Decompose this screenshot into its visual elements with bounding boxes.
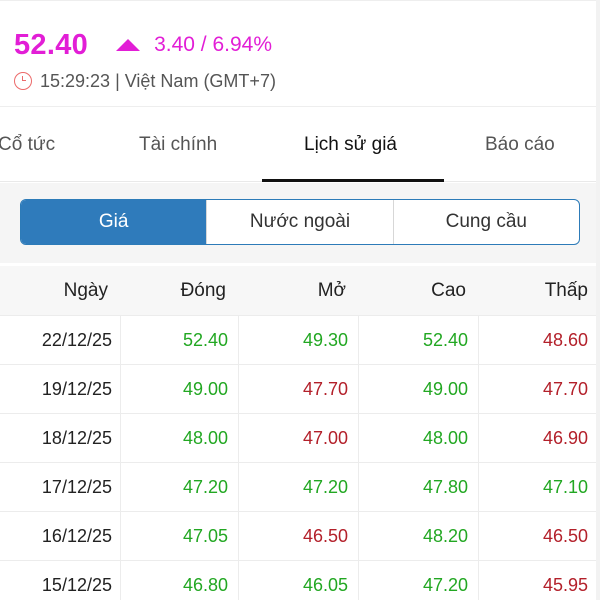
cell-close: 47.20	[120, 463, 238, 512]
triangle-up-icon	[116, 39, 141, 51]
cell-close: 47.05	[120, 512, 238, 561]
cell-high: 52.40	[358, 316, 478, 365]
column-header-high: Cao	[431, 280, 466, 301]
column-header-close: Đóng	[180, 280, 226, 301]
cell-date: 18/12/25	[41, 428, 112, 448]
cell-high: 49.00	[358, 365, 478, 414]
cell-open: 49.30	[238, 316, 358, 365]
cell-low: 48.60	[478, 316, 600, 365]
cell-open: 47.20	[238, 463, 358, 512]
table-header: Ngày Đóng Mở Cao Thấp	[0, 266, 600, 316]
price-change: 3.40 / 6.94%	[154, 33, 272, 56]
cell-high: 47.20	[358, 561, 478, 600]
active-tab-indicator	[262, 179, 444, 182]
table-row[interactable]: 15/12/25 46.80 46.05 47.20 45.95	[0, 561, 600, 600]
cell-low: 46.50	[478, 512, 600, 561]
tab-dividends[interactable]: Cổ tức	[0, 107, 55, 183]
scroll-edge	[596, 0, 600, 600]
cell-open: 46.50	[238, 512, 358, 561]
cell-low: 47.70	[478, 365, 600, 414]
cell-open: 46.05	[238, 561, 358, 600]
tab-financials[interactable]: Tài chính	[139, 107, 217, 183]
stock-header: 52.40 3.40 / 6.94% 15:29:23 | Việt Nam (…	[0, 0, 600, 106]
segment-supply-demand[interactable]: Cung cầu	[392, 200, 579, 244]
update-time: 15:29:23 | Việt Nam (GMT+7)	[40, 70, 276, 91]
cell-date: 16/12/25	[41, 526, 112, 546]
table-row[interactable]: 16/12/25 47.05 46.50 48.20 46.50	[0, 512, 600, 561]
cell-low: 47.10	[478, 463, 600, 512]
clock-icon	[14, 72, 32, 90]
cell-low: 45.95	[478, 561, 600, 600]
cell-date: 22/12/25	[41, 330, 112, 350]
price-row: 52.40 3.40 / 6.94%	[14, 27, 272, 63]
column-header-date: Ngày	[63, 280, 108, 301]
table-row[interactable]: 19/12/25 49.00 47.70 49.00 47.70	[0, 365, 600, 414]
cell-close: 46.80	[120, 561, 238, 600]
cell-close: 48.00	[120, 414, 238, 463]
cell-open: 47.00	[238, 414, 358, 463]
current-price: 52.40	[14, 28, 89, 61]
table-row[interactable]: 17/12/25 47.20 47.20 47.80 47.10	[0, 463, 600, 512]
tab-price-history[interactable]: Lịch sử giá	[304, 107, 397, 183]
cell-close: 52.40	[120, 316, 238, 365]
segmented-control: Giá Nước ngoài Cung cầu	[20, 199, 580, 245]
cell-high: 48.20	[358, 512, 478, 561]
price-history-screen: 52.40 3.40 / 6.94% 15:29:23 | Việt Nam (…	[0, 0, 600, 600]
column-header-open: Mở	[317, 280, 346, 301]
cell-close: 49.00	[120, 365, 238, 414]
time-row: 15:29:23 | Việt Nam (GMT+7)	[14, 69, 276, 93]
table-row[interactable]: 18/12/25 48.00 47.00 48.00 46.90	[0, 414, 600, 463]
cell-open: 47.70	[238, 365, 358, 414]
cell-high: 47.80	[358, 463, 478, 512]
tab-bar: Cổ tức Tài chính Lịch sử giá Báo cáo	[0, 106, 600, 182]
segment-foreign[interactable]: Nước ngoài	[206, 200, 392, 244]
cell-date: 19/12/25	[41, 379, 112, 399]
cell-high: 48.00	[358, 414, 478, 463]
tab-reports[interactable]: Báo cáo	[485, 107, 555, 183]
cell-date: 17/12/25	[41, 477, 112, 497]
cell-date: 15/12/25	[41, 575, 112, 595]
segment-area: Giá Nước ngoài Cung cầu	[0, 183, 600, 263]
segment-price[interactable]: Giá	[21, 200, 207, 244]
column-header-low: Thấp	[544, 280, 588, 301]
price-history-table: Ngày Đóng Mở Cao Thấp 22/12/25 52.40 49.…	[0, 266, 600, 600]
table-row[interactable]: 22/12/25 52.40 49.30 52.40 48.60	[0, 316, 600, 365]
cell-low: 46.90	[478, 414, 600, 463]
